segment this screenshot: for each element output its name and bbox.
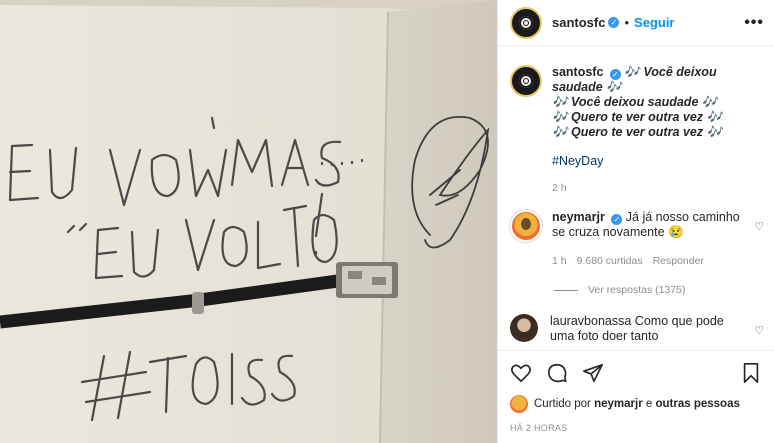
verified-icon: ✓: [611, 214, 623, 225]
caption-username[interactable]: santosfc: [552, 65, 603, 79]
comment-meta: 1 h 9.680 curtidas Responder: [552, 254, 746, 269]
comment-body: lauravbonassa Como que pode uma foto doe…: [550, 314, 762, 344]
author-avatar[interactable]: [510, 6, 542, 39]
caption-line: 🎶 Você deixou saudade 🎶: [552, 95, 718, 109]
post-side-panel: santosfc ✓ • Seguir ••• santosfc ✓ 🎶 Voc…: [497, 0, 774, 443]
more-options-icon[interactable]: •••: [744, 14, 764, 32]
caption-age: 2 h: [552, 182, 567, 194]
action-icons: [510, 361, 762, 385]
post-photo: [0, 0, 497, 443]
liker-avatar[interactable]: [510, 395, 528, 413]
comment-body: neymarjr ✓ Já já nosso caminho se cruza …: [552, 210, 762, 269]
likes-summary: Curtido por neymarjr e outras pessoas: [510, 395, 762, 413]
comment-item: neymarjr ✓ Já já nosso caminho se cruza …: [498, 210, 774, 269]
separator: •: [624, 15, 630, 30]
like-comment-icon[interactable]: ♡: [754, 220, 764, 233]
like-comment-icon[interactable]: ♡: [754, 324, 764, 337]
caption-avatar[interactable]: [510, 65, 542, 97]
replies-line: [554, 289, 578, 291]
author-username[interactable]: santosfc: [552, 15, 605, 30]
caption: santosfc ✓ 🎶 Você deixou saudade 🎶 🎶 Voc…: [498, 47, 774, 196]
hashtag-link[interactable]: #NeyDay: [552, 154, 762, 169]
save-icon[interactable]: [740, 362, 762, 384]
caption-line: 🎶 Quero te ver outra vez 🎶: [552, 125, 723, 139]
follow-button[interactable]: Seguir: [634, 15, 674, 30]
likes-others[interactable]: outras pessoas: [656, 398, 740, 410]
share-icon[interactable]: [582, 362, 604, 384]
likes-prefix: Curtido por: [534, 398, 591, 410]
reply-button[interactable]: Responder: [653, 254, 704, 269]
caption-line: 🎶 Quero te ver outra vez 🎶: [552, 110, 723, 124]
verified-icon: ✓: [608, 17, 620, 28]
post-actions: Curtido por neymarjr e outras pessoas HÁ…: [498, 350, 774, 433]
comment-icon[interactable]: [546, 362, 568, 384]
verified-icon: ✓: [609, 69, 621, 80]
comments-list[interactable]: santosfc ✓ 🎶 Você deixou saudade 🎶 🎶 Voc…: [498, 47, 774, 350]
post-header: santosfc ✓ • Seguir •••: [498, 0, 774, 46]
commenter-avatar[interactable]: [510, 210, 542, 242]
like-icon[interactable]: [510, 362, 532, 384]
comment-username[interactable]: neymarjr: [552, 210, 605, 224]
view-replies-label: Ver respostas (1375): [588, 284, 686, 296]
commenter-avatar[interactable]: [510, 314, 538, 342]
post-timestamp: HÁ 2 HORAS: [510, 423, 568, 433]
comment-username[interactable]: lauravbonassa: [550, 314, 631, 328]
likes-middle: e: [645, 398, 653, 410]
liker-username[interactable]: neymarjr: [594, 398, 643, 410]
comment-age: 1 h: [552, 255, 567, 267]
comment-item: lauravbonassa Como que pode uma foto doe…: [498, 314, 774, 344]
view-replies-button[interactable]: Ver respostas (1375): [554, 284, 774, 296]
caption-body: santosfc ✓ 🎶 Você deixou saudade 🎶 🎶 Voc…: [552, 65, 762, 196]
comment-likes[interactable]: 9.680 curtidas: [577, 254, 643, 269]
